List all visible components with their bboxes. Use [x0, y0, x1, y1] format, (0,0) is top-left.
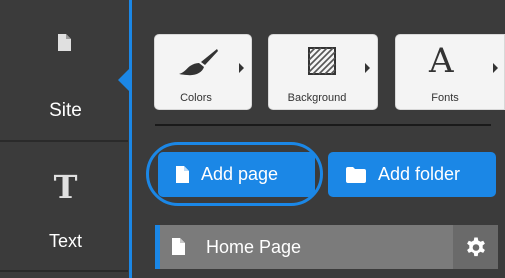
active-pointer: [118, 67, 131, 93]
page-icon: [172, 238, 185, 255]
rail-item-label: Site: [49, 100, 82, 121]
folder-icon: [346, 166, 366, 183]
colors-button[interactable]: Colors: [154, 34, 252, 110]
caret-right-icon: [493, 63, 498, 73]
rail-item-label: Text: [48, 231, 82, 251]
caret-right-icon: [365, 63, 370, 73]
rail-divider: [0, 270, 128, 272]
background-button[interactable]: Background: [268, 34, 378, 110]
fonts-button[interactable]: A Fonts: [395, 34, 505, 110]
page-icon: [176, 166, 189, 183]
page-icon: [58, 34, 71, 51]
fonts-label: Fonts: [431, 92, 459, 104]
left-rail: Site T Text: [0, 0, 131, 278]
rail-item-site[interactable]: Site: [0, 0, 131, 140]
gear-icon: [466, 237, 485, 257]
add-folder-button[interactable]: Add folder: [328, 152, 496, 197]
paintbrush-icon: [179, 49, 218, 76]
font-A-icon: A: [429, 41, 454, 81]
add-page-label: Add page: [201, 164, 279, 184]
rail-item-text[interactable]: T Text: [0, 142, 131, 270]
tools-divider: [155, 124, 491, 126]
text-T-icon: T: [53, 168, 78, 206]
page-name: Home Page: [206, 237, 302, 257]
background-pattern-icon: [308, 47, 336, 75]
page-settings-button[interactable]: [453, 225, 498, 269]
page-list-item[interactable]: Home Page: [155, 225, 498, 269]
colors-label: Colors: [180, 92, 212, 104]
site-editor: Site T Text Colors Background A Fonts Ad…: [0, 0, 505, 278]
caret-right-icon: [239, 63, 244, 73]
add-page-button[interactable]: Add page: [158, 152, 315, 197]
add-folder-label: Add folder: [378, 164, 461, 184]
background-label: Background: [287, 92, 347, 104]
rail-accent-line: [129, 0, 132, 278]
